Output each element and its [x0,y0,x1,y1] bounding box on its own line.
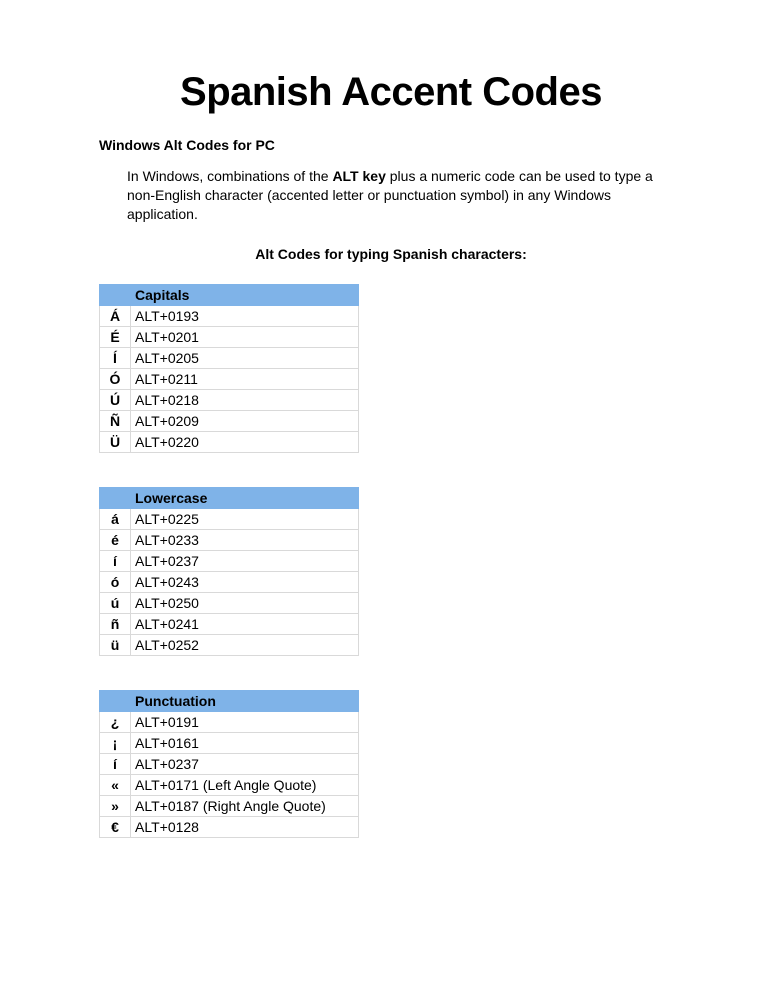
char-cell: Á [100,305,131,326]
code-cell: ALT+0193 [131,305,359,326]
table-row: €ALT+0128 [100,816,359,837]
char-cell: á [100,508,131,529]
char-cell: Í [100,347,131,368]
table-header-empty [100,284,131,305]
table-header-lowercase: Lowercase [131,487,359,508]
table-subheading: Alt Codes for typing Spanish characters: [99,246,683,262]
table-row: ñALT+0241 [100,613,359,634]
code-cell: ALT+0191 [131,711,359,732]
table-header-empty [100,487,131,508]
capitals-table-wrap: Capitals ÁALT+0193ÉALT+0201ÍALT+0205ÓALT… [99,284,683,453]
table-row: íALT+0237 [100,753,359,774]
char-cell: « [100,774,131,795]
table-row: ÁALT+0193 [100,305,359,326]
code-cell: ALT+0128 [131,816,359,837]
capitals-table: Capitals ÁALT+0193ÉALT+0201ÍALT+0205ÓALT… [99,284,359,453]
code-cell: ALT+0243 [131,571,359,592]
char-cell: Ó [100,368,131,389]
code-cell: ALT+0241 [131,613,359,634]
code-cell: ALT+0218 [131,389,359,410]
char-cell: ü [100,634,131,655]
char-cell: í [100,550,131,571]
table-row: üALT+0252 [100,634,359,655]
table-row: éALT+0233 [100,529,359,550]
table-row: ÉALT+0201 [100,326,359,347]
code-cell: ALT+0237 [131,753,359,774]
char-cell: é [100,529,131,550]
code-cell: ALT+0171 (Left Angle Quote) [131,774,359,795]
table-header-capitals: Capitals [131,284,359,305]
lowercase-table-wrap: Lowercase áALT+0225éALT+0233íALT+0237óAL… [99,487,683,656]
page-title: Spanish Accent Codes [99,70,683,115]
document-page: Spanish Accent Codes Windows Alt Codes f… [0,0,768,912]
table-row: ¿ALT+0191 [100,711,359,732]
code-cell: ALT+0205 [131,347,359,368]
code-cell: ALT+0187 (Right Angle Quote) [131,795,359,816]
char-cell: ñ [100,613,131,634]
intro-paragraph: In Windows, combinations of the ALT key … [99,167,683,224]
intro-bold-text: ALT key [332,168,385,184]
code-cell: ALT+0220 [131,431,359,452]
table-row: ÓALT+0211 [100,368,359,389]
char-cell: É [100,326,131,347]
intro-text-prefix: In Windows, combinations of the [127,168,332,184]
char-cell: € [100,816,131,837]
code-cell: ALT+0201 [131,326,359,347]
punctuation-table: Punctuation ¿ALT+0191¡ALT+0161íALT+0237«… [99,690,359,838]
table-row: áALT+0225 [100,508,359,529]
table-row: íALT+0237 [100,550,359,571]
table-row: ÚALT+0218 [100,389,359,410]
table-header-empty [100,690,131,711]
table-row: óALT+0243 [100,571,359,592]
code-cell: ALT+0233 [131,529,359,550]
table-row: ÜALT+0220 [100,431,359,452]
code-cell: ALT+0225 [131,508,359,529]
char-cell: Ú [100,389,131,410]
code-cell: ALT+0211 [131,368,359,389]
char-cell: » [100,795,131,816]
table-row: «ALT+0171 (Left Angle Quote) [100,774,359,795]
char-cell: Ü [100,431,131,452]
char-cell: Ñ [100,410,131,431]
code-cell: ALT+0250 [131,592,359,613]
table-row: ÑALT+0209 [100,410,359,431]
char-cell: ¿ [100,711,131,732]
char-cell: ú [100,592,131,613]
code-cell: ALT+0161 [131,732,359,753]
table-row: ¡ALT+0161 [100,732,359,753]
section-heading: Windows Alt Codes for PC [99,137,683,153]
table-header-punctuation: Punctuation [131,690,359,711]
table-row: ÍALT+0205 [100,347,359,368]
lowercase-table: Lowercase áALT+0225éALT+0233íALT+0237óAL… [99,487,359,656]
punctuation-table-wrap: Punctuation ¿ALT+0191¡ALT+0161íALT+0237«… [99,690,683,838]
char-cell: í [100,753,131,774]
code-cell: ALT+0237 [131,550,359,571]
table-row: úALT+0250 [100,592,359,613]
code-cell: ALT+0209 [131,410,359,431]
code-cell: ALT+0252 [131,634,359,655]
char-cell: ó [100,571,131,592]
char-cell: ¡ [100,732,131,753]
table-row: »ALT+0187 (Right Angle Quote) [100,795,359,816]
